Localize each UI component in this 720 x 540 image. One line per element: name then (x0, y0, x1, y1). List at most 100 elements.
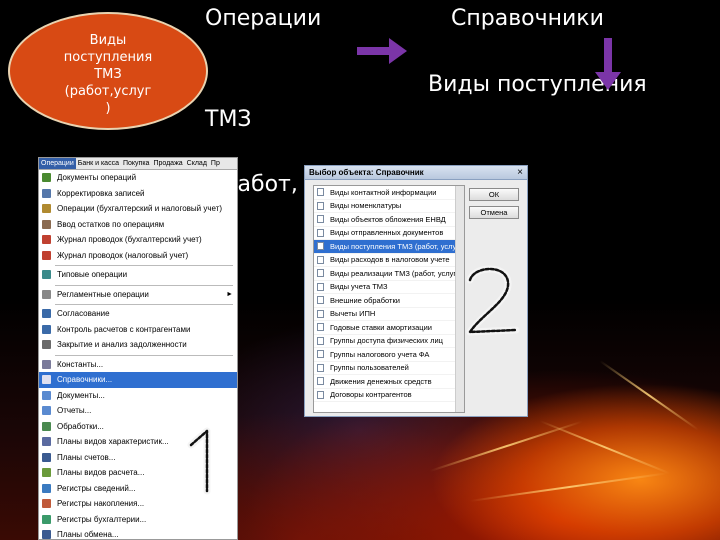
menu-item[interactable]: Документы... (39, 388, 237, 404)
catalog-icon (317, 336, 324, 345)
menu-item-icon (42, 468, 51, 478)
catalog-list-item[interactable]: Группы налогового учета ФА (314, 348, 464, 362)
menu-item-label: Закрытие и анализ задолженности (57, 340, 187, 350)
menu-item[interactable]: Константы... (39, 357, 237, 373)
menu-item-icon (42, 514, 51, 524)
menu-item-icon (42, 219, 51, 229)
menu-item-label: Планы счетов... (57, 452, 116, 462)
catalog-item-label: Виды поступления ТМЗ (работ, услуг) (330, 241, 462, 251)
menubar-item[interactable]: Банк и касса (76, 158, 121, 169)
menu-item-icon (42, 289, 51, 299)
menu-item[interactable]: Типовые операции (39, 267, 237, 283)
heading-references: Справочники (451, 6, 604, 31)
catalog-item-label: Группы доступа физических лиц (330, 336, 443, 346)
menubar-item[interactable]: Склад (185, 158, 209, 169)
menu-item-icon (42, 530, 51, 539)
menu-item-icon (42, 204, 51, 214)
ok-button[interactable]: ОК (469, 188, 519, 201)
menu-item[interactable]: Закрытие и анализ задолженности (39, 337, 237, 353)
menu-item[interactable]: Корректировка записей (39, 186, 237, 202)
light-streak (599, 360, 699, 431)
catalog-icon (317, 296, 324, 305)
menubar-item[interactable]: Покупка (121, 158, 151, 169)
catalog-icon (317, 282, 324, 291)
menu-item[interactable]: Контроль расчетов с контрагентами (39, 322, 237, 338)
menu-item-icon (42, 375, 51, 385)
catalog-list-item[interactable]: Движения денежных средств (314, 375, 464, 389)
catalog-item-label: Виды номенклатуры (330, 201, 402, 211)
catalog-item-label: Виды реализации ТМЗ (работ, услуг) (330, 268, 459, 278)
menu-item-label: Корректировка записей (57, 188, 145, 198)
close-icon[interactable]: × (517, 166, 523, 179)
catalog-list-item[interactable]: Виды контактной информации (314, 186, 464, 200)
menu-item-label: Регистры бухгалтерии... (57, 514, 147, 524)
dialog-title: Выбор объекта: Справочник (305, 166, 527, 180)
catalog-icon (317, 390, 324, 399)
catalog-list-item[interactable]: Виды поступления ТМЗ (работ, услуг) (314, 240, 464, 254)
menu-item[interactable]: Документы операций (39, 170, 237, 186)
catalog-item-label: Договоры контрагентов (330, 390, 412, 400)
menu-item-icon (42, 359, 51, 369)
catalog-item-label: Вычеты ИПН (330, 309, 376, 319)
menu-item[interactable]: Регистры накопления... (39, 496, 237, 512)
catalog-list-item[interactable]: Виды отправленных документов (314, 227, 464, 240)
catalog-item-label: Виды отправленных документов (330, 228, 444, 238)
menu-item-label: Операции (бухгалтерский и налоговый учет… (57, 204, 223, 214)
catalog-list-item[interactable]: Группы доступа физических лиц (314, 335, 464, 348)
menu-item-label: Ввод остатков по операциям (57, 219, 165, 229)
catalog-icon (317, 215, 324, 224)
catalog-list-item[interactable]: Внешние обработки (314, 294, 464, 308)
menu-item-icon (42, 270, 51, 280)
catalog-list-item[interactable]: Виды объектов обложения ЕНВД (314, 213, 464, 227)
menu-item-icon (42, 340, 51, 350)
menu-item-icon (42, 421, 51, 431)
menu-item[interactable]: Журнал проводок (бухгалтерский учет) (39, 232, 237, 248)
submenu-arrow-icon: ► (226, 290, 233, 298)
catalog-list-item[interactable]: Виды номенклатуры (314, 200, 464, 213)
menu-item[interactable]: Регистры бухгалтерии... (39, 512, 237, 528)
catalog-list-item[interactable]: Виды реализации ТМЗ (работ, услуг) (314, 267, 464, 281)
catalog-list: Виды контактной информации Виды номенклат… (313, 185, 465, 413)
menu-item[interactable]: Ввод остатков по операциям (39, 217, 237, 233)
catalog-icon (317, 350, 324, 359)
menu-item-icon (42, 324, 51, 334)
menu-item-label: Документы операций (57, 173, 137, 183)
catalog-icon (317, 188, 324, 197)
catalog-list-item[interactable]: Виды учета ТМЗ (314, 281, 464, 294)
catalog-list-item[interactable]: Группы пользователей (314, 362, 464, 375)
menu-item[interactable]: Планы обмена... (39, 527, 237, 539)
menu-item-icon (42, 188, 51, 198)
menu-item-label: Планы видов расчета... (57, 468, 145, 478)
catalog-icon (317, 323, 324, 332)
menu-item-icon (42, 309, 51, 319)
menubar-item[interactable]: Пр (209, 158, 222, 169)
menu-item[interactable]: Журнал проводок (налоговый учет) (39, 248, 237, 264)
catalog-icon (317, 269, 324, 278)
catalog-list-item[interactable]: Годовые ставки амортизации (314, 321, 464, 335)
menubar-item[interactable]: Продажа (151, 158, 184, 169)
cancel-button[interactable]: Отмена (469, 206, 519, 219)
menu-item-label: Журнал проводок (бухгалтерский учет) (57, 235, 202, 245)
down-arrow-icon (595, 38, 621, 90)
menu-item-label: Отчеты... (57, 406, 92, 416)
menu-item-label: Справочники... (57, 375, 113, 385)
menu-item[interactable]: Регламентные операции ► (39, 287, 237, 303)
menu-item-icon (42, 173, 51, 183)
menu-item-label: Документы... (57, 390, 105, 400)
menubar-item[interactable]: Операции (39, 158, 76, 169)
menu-item-icon (42, 452, 51, 462)
catalog-item-label: Виды контактной информации (330, 187, 437, 197)
menu-item[interactable]: Операции (бухгалтерский и налоговый учет… (39, 201, 237, 217)
menu-item[interactable]: Отчеты... (39, 403, 237, 419)
catalog-list-item[interactable]: Договоры контрагентов (314, 389, 464, 402)
catalog-list-item[interactable]: Вычеты ИПН (314, 308, 464, 321)
catalog-icon (317, 201, 324, 210)
catalog-item-label: Группы налогового учета ФА (330, 349, 430, 359)
catalog-item-label: Виды учета ТМЗ (330, 282, 388, 292)
heading-operations: Операции (205, 6, 322, 31)
menu-item[interactable]: Справочники... (39, 372, 237, 388)
menu-item[interactable]: Согласование (39, 306, 237, 322)
catalog-list-item[interactable]: Виды расходов в налоговом учете (314, 254, 464, 267)
menu-item-label: Согласование (57, 309, 110, 319)
right-arrow-icon (357, 38, 407, 64)
